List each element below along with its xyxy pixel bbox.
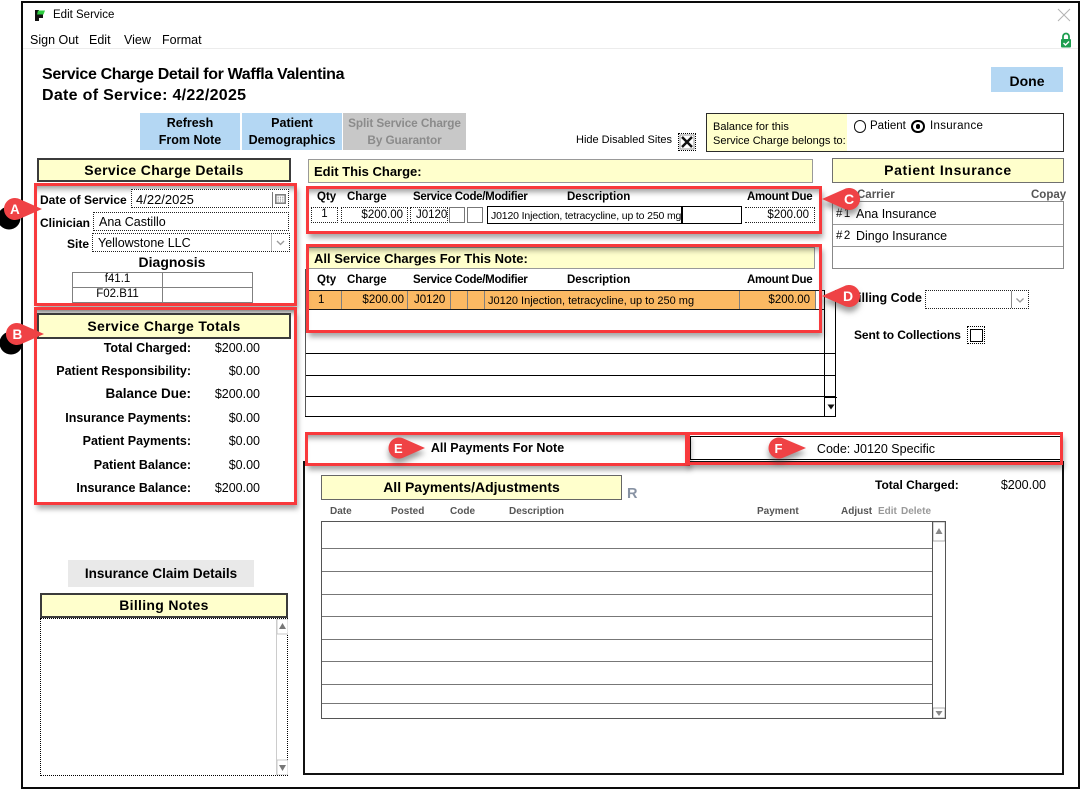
svg-text:C: C [844,191,854,207]
svg-text:E: E [394,441,403,456]
svg-text:A: A [10,202,20,217]
svg-text:F: F [775,441,783,456]
svg-text:B: B [13,327,23,342]
svg-text:D: D [843,288,853,304]
